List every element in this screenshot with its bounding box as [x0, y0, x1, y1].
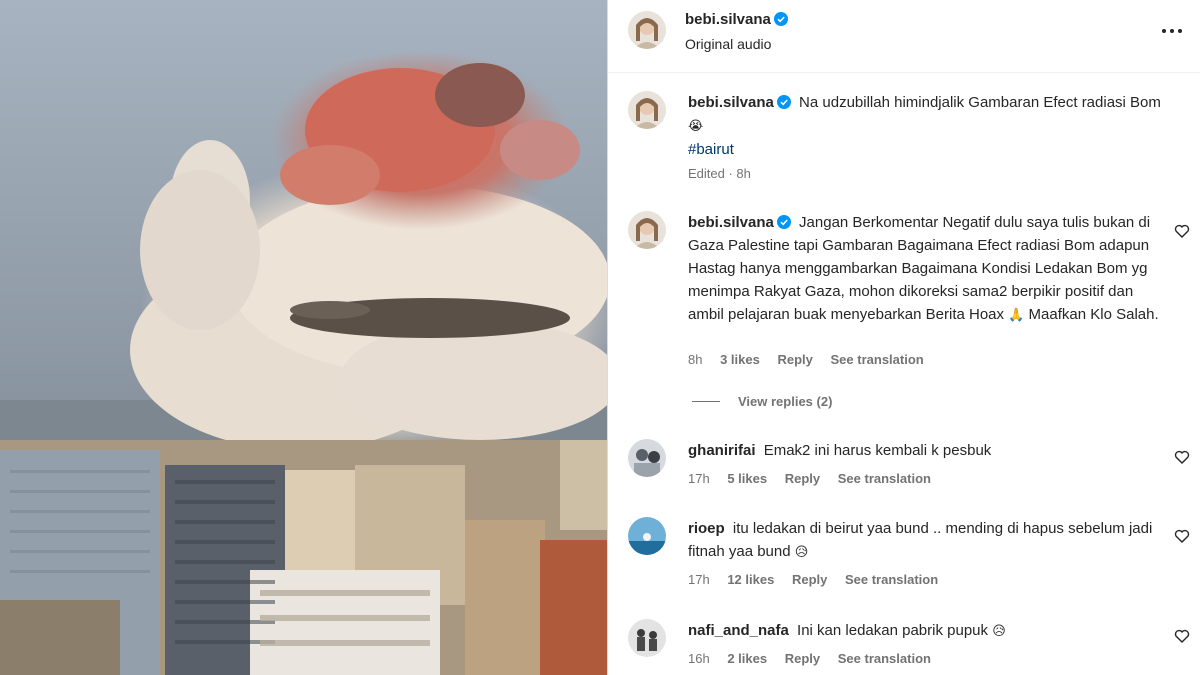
- replies-line: [692, 401, 720, 402]
- caption-meta: Edited · 8h: [688, 166, 765, 181]
- comment-body-end: Maafkan Klo Salah.: [1028, 306, 1159, 323]
- avatar[interactable]: [628, 211, 666, 249]
- avatar-image: [628, 619, 666, 657]
- avatar-image: [628, 517, 666, 555]
- see-translation-button[interactable]: See translation: [831, 352, 924, 367]
- avatar[interactable]: [628, 439, 666, 477]
- see-translation-button[interactable]: See translation: [845, 572, 938, 587]
- sad-face-emoji-icon: 😥: [794, 545, 809, 560]
- verified-badge-icon: [776, 95, 791, 109]
- sad-face-emoji-icon: 😥: [992, 624, 1006, 639]
- comment-time: 16h: [688, 651, 710, 666]
- edited-time: Edited · 8h: [688, 166, 751, 181]
- reply-button[interactable]: Reply: [777, 352, 812, 367]
- explosion-photo: [0, 0, 607, 675]
- heart-icon[interactable]: [1174, 628, 1190, 644]
- crying-emoji-icon: 😭: [688, 119, 704, 134]
- caption-username-text[interactable]: bebi.silvana: [688, 94, 774, 111]
- comment-time: 8h: [688, 352, 703, 367]
- reply-button[interactable]: Reply: [792, 572, 827, 587]
- comment-time: 17h: [688, 471, 710, 486]
- view-replies-button[interactable]: View replies (2): [692, 394, 832, 409]
- reply-button[interactable]: Reply: [785, 471, 820, 486]
- comment-text: ghanirifai Emak2 ini harus kembali k pes…: [688, 439, 1168, 462]
- praying-hands-emoji-icon: 🙏: [1008, 308, 1025, 323]
- heart-icon[interactable]: [1174, 223, 1190, 239]
- avatar[interactable]: [628, 11, 666, 49]
- avatar[interactable]: [628, 91, 666, 129]
- comment-username[interactable]: nafi_and_nafa: [688, 622, 789, 639]
- comment-body: Emak2 ini harus kembali k pesbuk: [763, 442, 992, 459]
- see-translation-button[interactable]: See translation: [838, 651, 931, 666]
- comment-body: Ini kan ledakan pabrik pupuk: [797, 622, 989, 639]
- post-username[interactable]: bebi.silvana: [685, 11, 788, 28]
- avatar-image: [628, 211, 666, 249]
- reply-button[interactable]: Reply: [785, 651, 820, 666]
- likes-count[interactable]: 5 likes: [727, 471, 767, 486]
- avatar-image: [628, 91, 666, 129]
- heart-icon[interactable]: [1174, 449, 1190, 465]
- caption-body: Na udzubillah himindjalik Gambaran Efect…: [799, 94, 1161, 111]
- comment-meta: 17h 12 likes Reply See translation: [688, 572, 952, 587]
- verified-badge-icon: [776, 215, 791, 229]
- comment-text: bebi.silvana Jangan Berkomentar Negatif …: [688, 211, 1168, 327]
- comment-meta: 8h 3 likes Reply See translation: [688, 352, 938, 367]
- post-header: bebi.silvana Original audio: [608, 0, 1200, 73]
- caption-text: bebi.silvana Na udzubillah himindjalik G…: [688, 91, 1168, 161]
- caption-username[interactable]: bebi.silvana: [688, 94, 791, 111]
- likes-count[interactable]: 2 likes: [727, 651, 767, 666]
- comment-meta: 16h 2 likes Reply See translation: [688, 651, 945, 666]
- likes-count[interactable]: 12 likes: [727, 572, 774, 587]
- comment-time: 17h: [688, 572, 710, 587]
- likes-count[interactable]: 3 likes: [720, 352, 760, 367]
- verified-badge-icon: [773, 12, 788, 26]
- see-translation-button[interactable]: See translation: [838, 471, 931, 486]
- comment-username[interactable]: ghanirifai: [688, 442, 756, 459]
- comment-text: rioep itu ledakan di beirut yaa bund .. …: [688, 517, 1168, 564]
- avatar-image: [628, 439, 666, 477]
- avatar[interactable]: [628, 517, 666, 555]
- comment-username-text[interactable]: bebi.silvana: [688, 214, 774, 231]
- more-options-icon[interactable]: [1160, 20, 1184, 40]
- avatar-image: [628, 11, 666, 49]
- comment-username[interactable]: rioep: [688, 520, 725, 537]
- audio-link[interactable]: Original audio: [685, 36, 771, 52]
- post-username-text[interactable]: bebi.silvana: [685, 11, 771, 28]
- hashtag-link[interactable]: #bairut: [688, 138, 1168, 161]
- view-replies-label[interactable]: View replies (2): [738, 394, 832, 409]
- avatar[interactable]: [628, 619, 666, 657]
- comment-username[interactable]: bebi.silvana: [688, 214, 791, 231]
- comment-body: itu ledakan di beirut yaa bund .. mendin…: [688, 520, 1153, 560]
- heart-icon[interactable]: [1174, 528, 1190, 544]
- comments-panel: bebi.silvana Original audio bebi.silvana…: [608, 0, 1200, 675]
- comment-text: nafi_and_nafa Ini kan ledakan pabrik pup…: [688, 619, 1168, 643]
- post-media[interactable]: [0, 0, 607, 675]
- comment-meta: 17h 5 likes Reply See translation: [688, 471, 945, 486]
